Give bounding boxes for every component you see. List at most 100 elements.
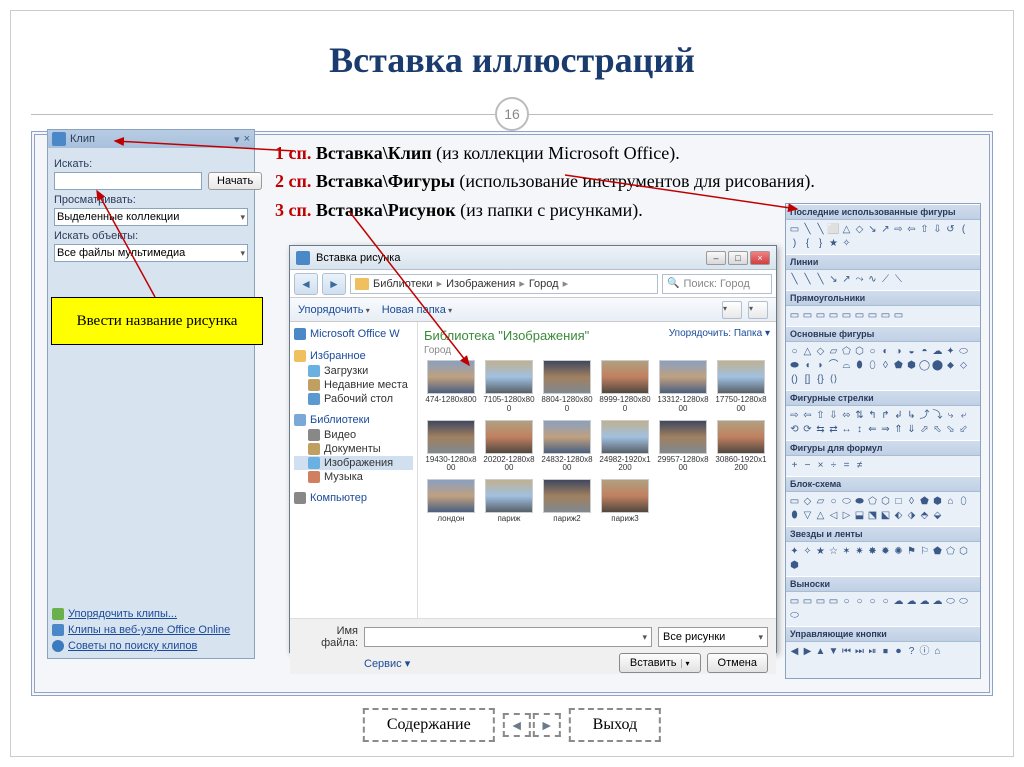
shape-icon[interactable]: ⬁ — [932, 424, 944, 436]
exit-button[interactable]: Выход — [569, 708, 662, 742]
file-thumbnail[interactable]: 13312-1280x800 — [656, 360, 710, 414]
shape-icon[interactable]: ⬦ — [958, 360, 970, 372]
shape-icon[interactable]: ▭ — [789, 224, 801, 236]
shape-icon[interactable]: ○ — [828, 496, 840, 508]
shape-icon[interactable]: ▶ — [802, 646, 814, 658]
shape-icon[interactable]: ▱ — [815, 496, 827, 508]
prev-slide-button[interactable]: ◄ — [503, 713, 531, 737]
shape-icon[interactable]: ○ — [880, 596, 892, 608]
shape-icon[interactable]: ⬢ — [932, 496, 944, 508]
shape-icon[interactable]: ▷ — [841, 510, 853, 522]
shape-icon[interactable]: ⬢ — [789, 560, 801, 572]
shape-icon[interactable]: ▭ — [828, 310, 840, 322]
shape-icon[interactable]: ▭ — [789, 310, 801, 322]
clip-search-input[interactable] — [54, 172, 202, 190]
shape-icon[interactable]: ◗ — [815, 360, 827, 372]
shape-icon[interactable]: ◊ — [906, 496, 918, 508]
shape-icon[interactable]: ⇧ — [815, 410, 827, 422]
shape-icon[interactable]: ⬔ — [867, 510, 879, 522]
shape-icon[interactable]: ⬬ — [854, 496, 866, 508]
shape-icon[interactable]: ⟳ — [802, 424, 814, 436]
shape-icon[interactable]: ✹ — [880, 546, 892, 558]
shape-icon[interactable]: ╲ — [802, 274, 814, 286]
sidebar-favorites[interactable]: Избранное — [294, 348, 413, 364]
shape-icon[interactable]: − — [802, 460, 814, 472]
nav-back-button[interactable]: ◄ — [294, 273, 318, 295]
shape-icon[interactable]: △ — [802, 346, 814, 358]
shape-icon[interactable]: ✸ — [867, 546, 879, 558]
shape-icon[interactable]: ◇ — [802, 496, 814, 508]
shape-icon[interactable]: ⇩ — [932, 224, 944, 236]
shape-icon[interactable]: ⏺ — [893, 646, 905, 658]
shape-icon[interactable]: ▭ — [802, 310, 814, 322]
shape-icon[interactable]: ▭ — [789, 496, 801, 508]
shape-icon[interactable]: ⬯ — [958, 496, 970, 508]
shape-icon[interactable]: ≠ — [854, 460, 866, 472]
shape-icon[interactable]: ⚑ — [906, 546, 918, 558]
shape-icon[interactable]: ⤴ — [919, 410, 931, 422]
shape-icon[interactable]: ◊ — [880, 360, 892, 372]
shape-icon[interactable]: ⬠ — [841, 346, 853, 358]
shape-icon[interactable]: ▽ — [802, 510, 814, 522]
shape-icon[interactable]: ○ — [841, 596, 853, 608]
file-thumbnail[interactable]: 29957-1280x800 — [656, 420, 710, 474]
shape-icon[interactable]: ★ — [815, 546, 827, 558]
shape-icon[interactable]: ⬯ — [867, 360, 879, 372]
close-button[interactable]: × — [750, 251, 770, 265]
shape-icon[interactable]: ⇧ — [919, 224, 931, 236]
shape-icon[interactable]: ( — [958, 224, 970, 236]
shape-icon[interactable]: ▭ — [815, 596, 827, 608]
shape-icon[interactable]: ☁ — [893, 596, 905, 608]
shape-icon[interactable]: ↘ — [828, 274, 840, 286]
file-thumbnail[interactable]: 8999-1280x800 — [598, 360, 652, 414]
shape-icon[interactable]: × — [815, 460, 827, 472]
sidebar-computer[interactable]: Компьютер — [294, 490, 413, 506]
shape-icon[interactable]: ☆ — [828, 546, 840, 558]
insert-button[interactable]: Вставить — [619, 653, 701, 673]
shape-icon[interactable]: ⬡ — [854, 346, 866, 358]
shape-icon[interactable]: ⬮ — [789, 510, 801, 522]
shape-icon[interactable]: ★ — [828, 238, 840, 250]
shape-icon[interactable]: ⬠ — [945, 546, 957, 558]
view-button[interactable] — [722, 301, 742, 319]
cancel-button[interactable]: Отмена — [707, 653, 768, 673]
shape-icon[interactable]: ▲ — [815, 646, 827, 658]
sidebar-documents[interactable]: Документы — [294, 442, 413, 456]
shape-icon[interactable]: ◒ — [906, 346, 918, 358]
shape-icon[interactable]: ⏯ — [867, 646, 879, 658]
shape-icon[interactable]: ⟲ — [789, 424, 801, 436]
shape-icon[interactable]: ⬤ — [932, 360, 944, 372]
help-button[interactable] — [748, 301, 768, 319]
shape-icon[interactable]: ╲ — [789, 274, 801, 286]
shape-icon[interactable]: ✦ — [789, 546, 801, 558]
shape-icon[interactable]: ⬗ — [906, 510, 918, 522]
shape-icon[interactable]: ◐ — [880, 346, 892, 358]
service-menu[interactable]: Сервис ▾ — [364, 657, 410, 670]
file-thumbnail[interactable]: 20202-1280x800 — [482, 420, 536, 474]
shape-icon[interactable]: ⇨ — [789, 410, 801, 422]
file-thumbnail[interactable]: лондон — [424, 479, 478, 524]
file-thumbnail[interactable]: париж2 — [540, 479, 594, 524]
shape-icon[interactable]: ◇ — [854, 224, 866, 236]
shape-icon[interactable]: ⌂ — [945, 496, 957, 508]
file-thumbnail[interactable]: 19430-1280x800 — [424, 420, 478, 474]
shape-icon[interactable]: { — [802, 238, 814, 250]
clip-search-button[interactable]: Начать — [208, 172, 262, 190]
shape-icon[interactable]: ◯ — [919, 360, 931, 372]
shape-icon[interactable]: ↔ — [841, 424, 853, 436]
shape-icon[interactable]: ○ — [854, 596, 866, 608]
shape-icon[interactable]: ⬟ — [919, 496, 931, 508]
shape-icon[interactable]: ⇦ — [802, 410, 814, 422]
shape-icon[interactable]: ↗ — [841, 274, 853, 286]
shape-icon[interactable]: ▭ — [893, 310, 905, 322]
shape-icon[interactable]: ⇒ — [880, 424, 892, 436]
shape-icon[interactable]: ○ — [867, 596, 879, 608]
shape-icon[interactable]: = — [841, 460, 853, 472]
shape-icon[interactable]: ▼ — [828, 646, 840, 658]
shape-icon[interactable]: ⇅ — [854, 410, 866, 422]
shape-icon[interactable]: ▭ — [802, 596, 814, 608]
shape-icon[interactable]: ▭ — [880, 310, 892, 322]
shape-icon[interactable]: ⤶ — [958, 410, 970, 422]
shape-icon[interactable]: ↲ — [893, 410, 905, 422]
shape-icon[interactable]: ✶ — [841, 546, 853, 558]
